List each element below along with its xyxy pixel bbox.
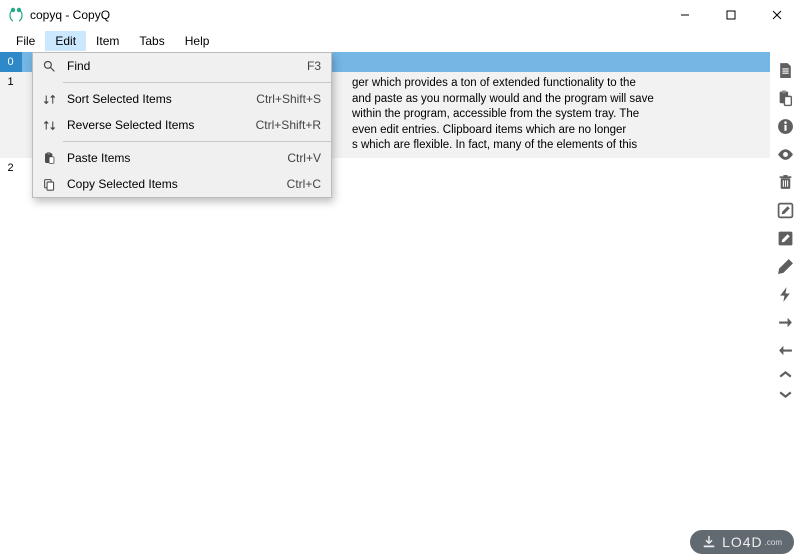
menu-item-shortcut: F3 (307, 59, 321, 73)
menu-item-item[interactable]: Item (86, 31, 129, 51)
menu-copy-selected[interactable]: Copy Selected Items Ctrl+C (33, 171, 331, 197)
menu-item-shortcut: Ctrl+V (287, 151, 321, 165)
row-number: 2 (0, 158, 22, 178)
window-title: copyq - CopyQ (30, 8, 110, 22)
menu-reverse-selected[interactable]: Reverse Selected Items Ctrl+Shift+R (33, 112, 331, 138)
file-icon[interactable] (773, 58, 797, 82)
menu-paste-items[interactable]: Paste Items Ctrl+V (33, 145, 331, 171)
edit-box-icon[interactable] (773, 198, 797, 222)
row-number: 1 (0, 72, 22, 92)
bolt-icon[interactable] (773, 282, 797, 306)
titlebar: copyq - CopyQ (0, 0, 800, 30)
minimize-button[interactable] (662, 0, 708, 30)
menu-edit[interactable]: Edit (45, 31, 86, 51)
menu-item-label: Find (67, 59, 297, 73)
download-icon (702, 535, 716, 549)
menu-sort-selected[interactable]: Sort Selected Items Ctrl+Shift+S (33, 86, 331, 112)
menu-item-shortcut: Ctrl+Shift+R (256, 118, 321, 132)
menu-item-shortcut: Ctrl+C (287, 177, 321, 191)
watermark-badge: LO4D.com (690, 530, 794, 554)
right-toolbar (770, 52, 800, 560)
edit-fill-icon[interactable] (773, 226, 797, 250)
menu-item-label: Paste Items (67, 151, 277, 165)
eye-icon[interactable] (773, 142, 797, 166)
app-logo-icon (8, 7, 24, 23)
watermark-label: LO4D (722, 534, 763, 550)
menu-find[interactable]: Find F3 (33, 53, 331, 79)
menu-item-label: Copy Selected Items (67, 177, 277, 191)
maximize-button[interactable] (708, 0, 754, 30)
sort-asc-icon (41, 91, 57, 107)
chevron-up-icon[interactable] (773, 366, 797, 382)
menu-file[interactable]: File (6, 31, 45, 51)
paste-icon (41, 150, 57, 166)
menu-separator (63, 82, 331, 83)
menu-help[interactable]: Help (175, 31, 220, 51)
pencil-icon[interactable] (773, 254, 797, 278)
arrow-right-icon[interactable] (773, 310, 797, 334)
sort-desc-icon (41, 117, 57, 133)
info-icon[interactable] (773, 114, 797, 138)
menu-item-label: Reverse Selected Items (67, 118, 246, 132)
edit-dropdown-menu: Find F3 Sort Selected Items Ctrl+Shift+S… (32, 52, 332, 198)
copy-icon (41, 176, 57, 192)
menu-tabs[interactable]: Tabs (129, 31, 174, 51)
watermark-suffix: .com (765, 538, 782, 547)
menu-item-label: Sort Selected Items (67, 92, 246, 106)
row-number: 0 (0, 52, 22, 72)
trash-icon[interactable] (773, 170, 797, 194)
menubar: File Edit Item Tabs Help (0, 30, 800, 52)
menu-item-shortcut: Ctrl+Shift+S (256, 92, 321, 106)
window-controls (662, 0, 800, 30)
close-button[interactable] (754, 0, 800, 30)
arrow-left-icon[interactable] (773, 338, 797, 362)
clipboard-list: 0 1 ger which provides a ton of extended… (0, 52, 770, 560)
paste-icon[interactable] (773, 86, 797, 110)
search-icon (41, 58, 57, 74)
main-area: 0 1 ger which provides a ton of extended… (0, 52, 800, 560)
menu-separator (63, 141, 331, 142)
chevron-down-icon[interactable] (773, 386, 797, 402)
